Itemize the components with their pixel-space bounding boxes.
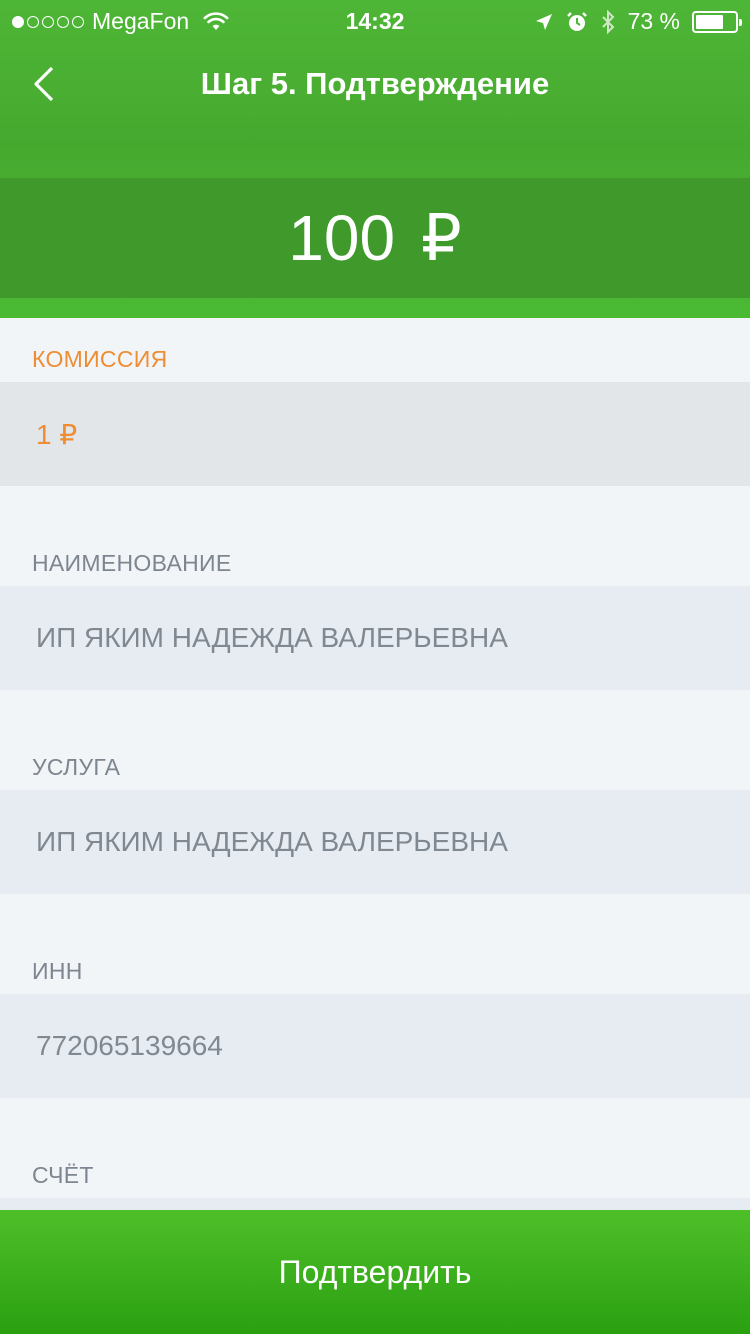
commission-label: КОМИССИЯ	[32, 346, 168, 372]
location-arrow-icon	[535, 13, 552, 30]
amount-currency: ₽	[421, 201, 462, 274]
service-label: УСЛУГА	[32, 754, 121, 780]
header: MegaFon 14:32 73 % Шаг 5. Подтверждение …	[0, 0, 750, 318]
divider	[0, 894, 750, 930]
nav-bar: Шаг 5. Подтверждение	[0, 48, 750, 122]
page-title: Шаг 5. Подтверждение	[200, 66, 550, 101]
battery-percent: 73 %	[627, 8, 680, 34]
bluetooth-icon	[601, 9, 614, 34]
confirmation-screen: MegaFon 14:32 73 % Шаг 5. Подтверждение …	[0, 0, 750, 1334]
details-list: КОМИССИЯ 1 ₽ НАИМЕНОВАНИЕ ИП ЯКИМ НАДЕЖД…	[0, 318, 750, 1302]
inn-value: 772065139664	[0, 994, 750, 1098]
status-bar: MegaFon 14:32 73 %	[0, 0, 750, 42]
confirm-button[interactable]: Подтвердить	[0, 1210, 750, 1334]
divider	[0, 690, 750, 726]
amount-value: 100	[288, 202, 396, 274]
account-label: СЧЁТ	[32, 1162, 94, 1188]
commission-value: 1 ₽	[0, 382, 750, 486]
service-value: ИП ЯКИМ НАДЕЖДА ВАЛЕРЬЕВНА	[0, 790, 750, 894]
divider	[0, 486, 750, 522]
name-label: НАИМЕНОВАНИЕ	[32, 550, 232, 576]
alarm-icon	[566, 11, 587, 31]
battery-icon	[692, 10, 742, 33]
inn-label: ИНН	[32, 958, 83, 984]
name-value: ИП ЯКИМ НАДЕЖДА ВАЛЕРЬЕВНА	[0, 586, 750, 690]
divider	[0, 1098, 750, 1134]
battery-fill	[696, 14, 723, 29]
status-right: 73 %	[534, 8, 742, 35]
amount-display: 100 ₽	[0, 178, 750, 298]
